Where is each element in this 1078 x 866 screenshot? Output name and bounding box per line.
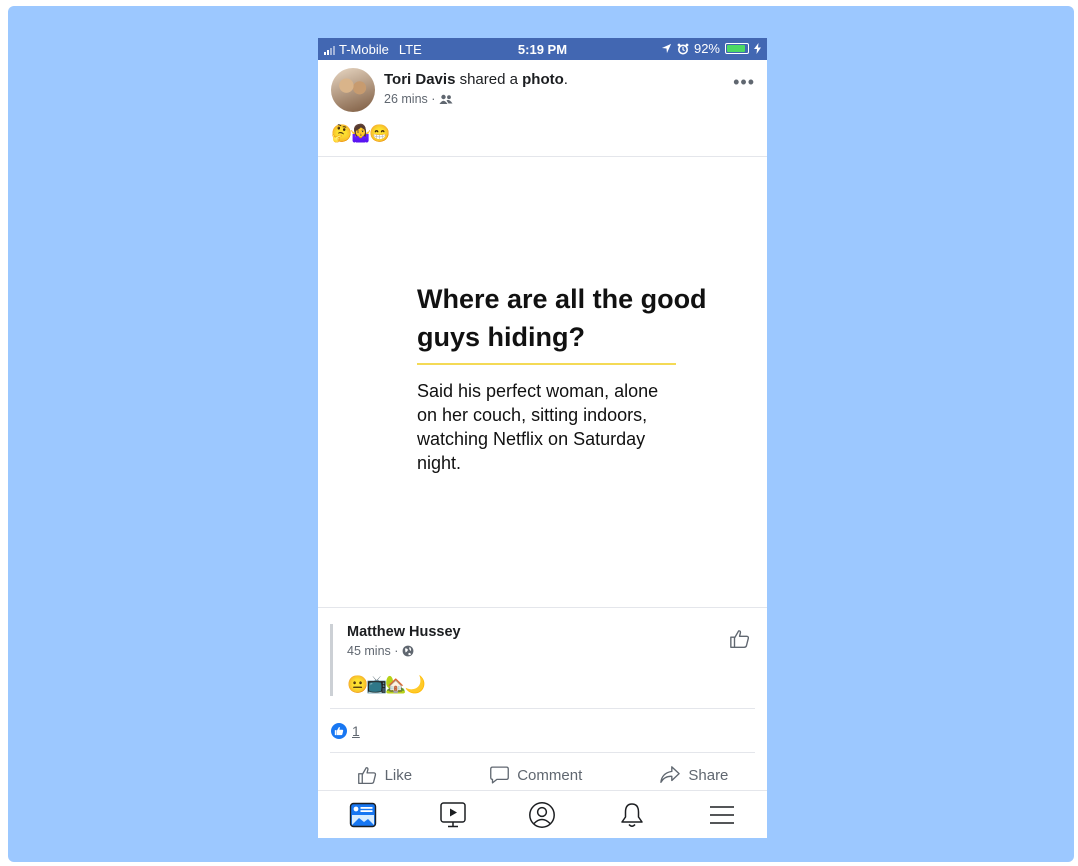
location-icon — [661, 43, 672, 54]
tab-news-feed[interactable] — [343, 797, 383, 833]
post-actions: Like Comment Share — [318, 762, 767, 788]
divider-top — [318, 156, 767, 157]
action-prefix: shared a — [459, 71, 518, 88]
action-object-link[interactable]: photo — [518, 71, 564, 88]
author-avatar[interactable] — [331, 68, 375, 112]
reaction-count[interactable]: 1 — [352, 723, 360, 739]
action-suffix: . — [563, 71, 568, 88]
divider-reactions — [330, 752, 755, 753]
globe-icon — [403, 645, 414, 657]
thumbs-up-icon — [730, 630, 750, 648]
like-reaction-icon — [331, 723, 347, 739]
phone-screen: T-Mobile LTE 5:19 PM 92% Tori Davis shar… — [318, 38, 767, 838]
shared-post-emojis: 😐📺🏡🌙 — [347, 675, 426, 694]
author-name[interactable]: Tori Davis — [384, 71, 455, 88]
thumbs-up-icon — [357, 766, 376, 784]
tab-profile[interactable] — [522, 797, 562, 833]
like-label: Like — [384, 766, 413, 784]
post-header-text: Tori Davis shared a photo. — [384, 71, 568, 88]
comment-button[interactable]: Comment — [489, 762, 582, 788]
tab-menu[interactable] — [702, 797, 742, 833]
shared-like-button[interactable] — [729, 628, 751, 655]
menu-icon — [710, 806, 735, 824]
divider-shared-bottom — [330, 708, 755, 709]
watch-icon — [439, 802, 466, 828]
post-meta: 26 mins · — [384, 92, 453, 106]
photo-title-underline — [417, 363, 676, 365]
tab-notifications[interactable] — [612, 797, 652, 833]
quote-bar — [330, 624, 333, 696]
alarm-icon — [677, 43, 689, 54]
comment-icon — [490, 766, 510, 784]
charging-icon — [754, 43, 761, 54]
status-bar: T-Mobile LTE 5:19 PM 92% — [318, 38, 767, 60]
bottom-tab-bar — [318, 790, 767, 838]
comment-label: Comment — [517, 766, 583, 784]
post-time[interactable]: 26 mins · — [384, 92, 435, 106]
battery-icon — [725, 43, 749, 54]
battery-percent: 92% — [693, 41, 720, 56]
friends-icon — [439, 94, 453, 104]
like-button[interactable]: Like — [357, 762, 413, 788]
reactions-summary[interactable]: 1 — [331, 723, 360, 739]
news-feed-icon — [349, 802, 377, 828]
photo-body-text: Said his perfect woman, alone on her cou… — [417, 381, 659, 473]
divider-photo-bottom — [318, 607, 767, 608]
tab-watch[interactable] — [433, 797, 473, 833]
shared-post-time[interactable]: 45 mins · — [347, 644, 398, 658]
share-button[interactable]: Share — [659, 762, 728, 788]
shared-author-name[interactable]: Matthew Hussey — [347, 624, 461, 640]
share-icon — [660, 766, 681, 783]
photo-title: Where are all the good guys hiding? — [417, 284, 707, 352]
notifications-icon — [621, 803, 644, 827]
share-label: Share — [688, 766, 729, 784]
post-caption-emojis: 🤔🤷‍♀️😁 — [331, 124, 390, 143]
shared-post-meta: 45 mins · — [347, 644, 414, 658]
status-right: 92% — [661, 41, 761, 56]
profile-icon — [529, 802, 556, 828]
shared-photo[interactable]: Where are all the good guys hiding? Said… — [318, 158, 767, 608]
battery-fill — [727, 45, 746, 52]
more-options-button[interactable]: ••• — [733, 72, 755, 93]
